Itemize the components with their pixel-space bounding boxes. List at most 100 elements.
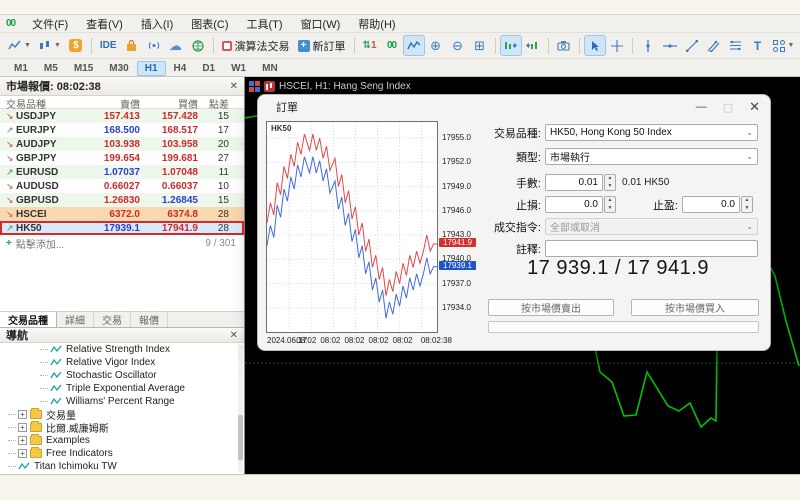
navigator-scrollbar[interactable] — [238, 345, 243, 472]
table-row-gbpjpy[interactable]: ↘GBPJPY199.654199.68127 — [0, 151, 244, 165]
menu-item[interactable]: 查看(V) — [77, 15, 132, 33]
expand-icon[interactable]: + — [18, 410, 27, 419]
sell-by-market-button[interactable]: 按市場價賣出 — [488, 299, 614, 316]
algo-trading-button[interactable]: 演算法交易 — [218, 35, 294, 56]
depth-of-market-button[interactable]: ⇅1 — [359, 35, 381, 56]
tree-item-relative-vigor-index[interactable]: Relative Vigor Index — [0, 356, 244, 369]
tree-item-examples[interactable]: +Examples — [0, 434, 244, 447]
expand-icon[interactable]: + — [18, 423, 27, 432]
expand-icon[interactable]: + — [18, 436, 27, 445]
stepper-up-icon[interactable]: ▲ — [605, 175, 615, 183]
tab-交易[interactable]: 交易 — [94, 312, 131, 327]
chart-mode-button[interactable]: ▼ — [35, 35, 65, 56]
stepper-up-icon[interactable]: ▲ — [605, 197, 615, 205]
table-row-audusd[interactable]: ↘AUDUSD0.660270.6603710 — [0, 179, 244, 193]
buy-by-market-button[interactable]: 按市場價買入 — [631, 299, 759, 316]
chart-line-type-button[interactable]: ▼ — [4, 35, 35, 56]
timeframe-h4[interactable]: H4 — [166, 61, 195, 76]
plus-icon: + — [6, 238, 12, 249]
expand-icon[interactable]: + — [18, 449, 27, 458]
take-profit-input[interactable]: 0.0 — [682, 196, 740, 213]
cloud-button[interactable]: ☁ — [165, 35, 187, 56]
close-icon[interactable]: ✕ — [230, 81, 238, 92]
fibonacci-button[interactable] — [725, 35, 747, 56]
mt-terminal-button[interactable]: 00 — [381, 35, 403, 56]
scrollbar-thumb[interactable] — [238, 415, 243, 460]
tab-交易品種[interactable]: 交易品種 — [0, 312, 57, 327]
market-button[interactable] — [121, 35, 143, 56]
timeframe-m5[interactable]: M5 — [36, 61, 66, 76]
zoom-out-button[interactable]: ⊖ — [447, 35, 469, 56]
menu-item[interactable]: 工具(T) — [238, 15, 292, 33]
timeframe-m30[interactable]: M30 — [101, 61, 136, 76]
table-row-hscei[interactable]: ↘HSCEI6372.06374.828 — [0, 207, 244, 221]
menu-item[interactable]: 图表(C) — [182, 15, 237, 33]
menu-item[interactable]: 帮助(H) — [349, 15, 404, 33]
volume-input[interactable]: 0.01 — [545, 174, 603, 191]
table-row-audjpy[interactable]: ↘AUDJPY103.938103.95820 — [0, 137, 244, 151]
menu-item[interactable]: 文件(F) — [23, 15, 77, 33]
table-row-eurusd[interactable]: ↗EURUSD1.070371.0704811 — [0, 165, 244, 179]
table-row-usdjpy[interactable]: ↘USDJPY157.413157.42815 — [0, 109, 244, 123]
chart-shift-button[interactable] — [522, 35, 544, 56]
metaeditor-button[interactable]: IDE — [96, 35, 121, 56]
tree-item-triple-exponential-average[interactable]: Triple Exponential Average — [0, 382, 244, 395]
tree-item-titan-ichimoku-tw[interactable]: Titan Ichimoku TW — [0, 460, 244, 473]
ask-cell: 168.517 — [140, 125, 198, 136]
menu-item[interactable]: 窗口(W) — [292, 15, 350, 33]
table-row-eurjpy[interactable]: ↗EURJPY168.500168.51717 — [0, 123, 244, 137]
stepper-down-icon[interactable]: ▼ — [742, 205, 752, 213]
tick-chart-button[interactable] — [403, 35, 425, 56]
auto-scroll-button[interactable] — [500, 35, 522, 56]
volume-stepper[interactable]: ▲▼ — [604, 174, 616, 191]
tree-item-stochastic-oscillator[interactable]: Stochastic Oscillator — [0, 369, 244, 382]
timeframe-d1[interactable]: D1 — [194, 61, 223, 76]
tree-item-free-indicators[interactable]: +Free Indicators — [0, 447, 244, 460]
menu-item[interactable]: 插入(I) — [132, 15, 182, 33]
stepper-up-icon[interactable]: ▲ — [742, 197, 752, 205]
chart-shift-icon — [526, 40, 540, 51]
horizontal-line-button[interactable] — [659, 35, 681, 56]
symbol-select[interactable]: HK50, Hong Kong 50 Index ⌄ — [545, 124, 758, 141]
signals-button[interactable] — [143, 35, 165, 56]
tab-詳細[interactable]: 詳細 — [57, 312, 94, 327]
timeframe-mn[interactable]: MN — [254, 61, 286, 76]
crosshair-button[interactable] — [606, 35, 628, 56]
timeframe-h1[interactable]: H1 — [137, 61, 166, 76]
shapes-button[interactable]: ▼ — [769, 35, 799, 56]
tab-報價[interactable]: 報價 — [131, 312, 168, 327]
timeframe-m15[interactable]: M15 — [66, 61, 101, 76]
vertical-line-button[interactable] — [637, 35, 659, 56]
table-row-gbpusd[interactable]: ↘GBPUSD1.268301.2684515 — [0, 193, 244, 207]
stop-loss-stepper[interactable]: ▲▼ — [604, 196, 616, 213]
new-order-button[interactable]: + 新訂單 — [294, 35, 350, 56]
tree-item-williams-percent-range[interactable]: Williams' Percent Range — [0, 395, 244, 408]
trendline-button[interactable] — [681, 35, 703, 56]
take-profit-stepper[interactable]: ▲▼ — [741, 196, 753, 213]
comment-input[interactable] — [545, 240, 758, 257]
zoom-in-icon: ⊕ — [430, 39, 441, 52]
screenshot-button[interactable] — [553, 35, 575, 56]
depth-of-market-icon: ⇅1 — [363, 40, 377, 51]
tree-item--[interactable]: +交易量 — [0, 408, 244, 421]
stepper-down-icon[interactable]: ▼ — [605, 183, 615, 191]
timeframe-w1[interactable]: W1 — [223, 61, 254, 76]
stepper-down-icon[interactable]: ▼ — [605, 205, 615, 213]
cursor-button[interactable] — [584, 35, 606, 56]
tree-item-relative-strength-index[interactable]: Relative Strength Index — [0, 343, 244, 356]
close-icon[interactable]: ✕ — [230, 330, 238, 341]
folder-icon — [30, 410, 42, 419]
channel-button[interactable] — [703, 35, 725, 56]
tile-windows-button[interactable]: ⊞ — [469, 35, 491, 56]
market-watch-header: 市場報價: 08:02:38 ✕ — [0, 77, 244, 96]
tree-item--[interactable]: +比爾.威廉姆斯 — [0, 421, 244, 434]
vps-button[interactable] — [187, 35, 209, 56]
timeframe-m1[interactable]: M1 — [6, 61, 36, 76]
quotes-button[interactable]: $ — [65, 35, 87, 56]
text-tool-button[interactable]: T — [747, 35, 769, 56]
zoom-in-button[interactable]: ⊕ — [425, 35, 447, 56]
add-symbol-row[interactable]: + 點擊添加... 9 / 301 — [0, 236, 244, 250]
table-row-hk50[interactable]: ↗HK5017939.117941.928 — [0, 221, 244, 235]
stop-loss-input[interactable]: 0.0 — [545, 196, 603, 213]
order-type-select[interactable]: 市場執行 ⌄ — [545, 148, 758, 165]
